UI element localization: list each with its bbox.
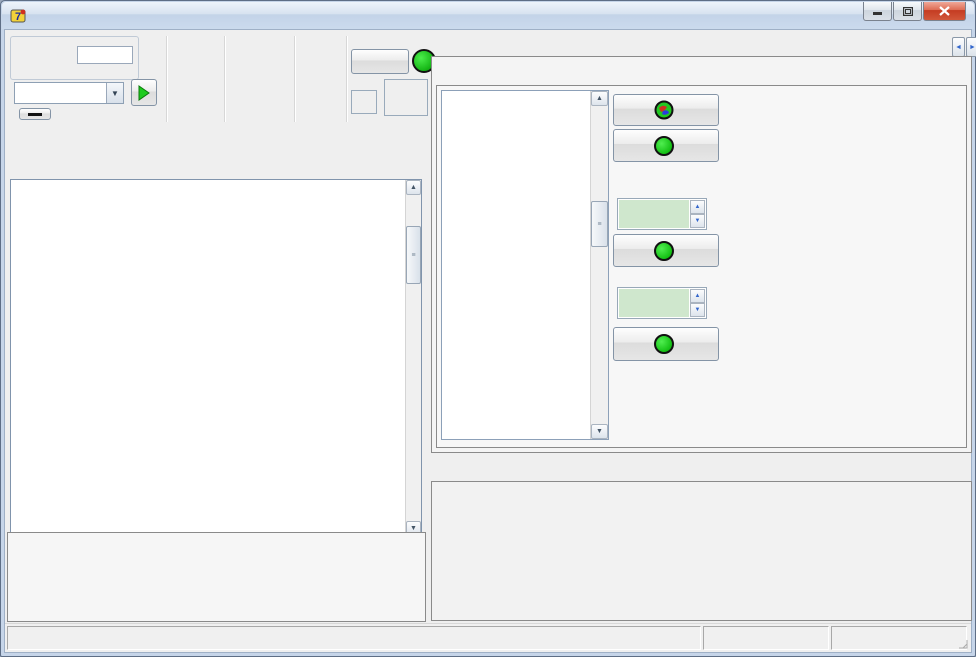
random-stake-button[interactable] <box>613 129 719 162</box>
svg-text:7: 7 <box>15 11 21 23</box>
send-to-pns-icon <box>654 334 674 354</box>
mult-coef-value[interactable] <box>619 289 689 317</box>
play-button[interactable] <box>131 79 157 106</box>
app-icon: 7 <box>10 8 27 24</box>
client-area: ▼ ▲ ≡ ▼ <box>4 29 972 653</box>
autoshift-current-value <box>384 79 428 116</box>
scroll-up-icon[interactable]: ▲ <box>406 180 421 195</box>
resize-grip[interactable] <box>957 638 969 650</box>
max-chips-spinner[interactable]: ▲ ▼ <box>617 198 707 230</box>
chevron-down-icon[interactable]: ▼ <box>106 83 123 103</box>
spin-up-icon[interactable]: ▲ <box>690 289 705 303</box>
spin-history-table[interactable]: ▲ ≡ ▼ <box>10 179 422 537</box>
new-button[interactable] <box>351 49 409 74</box>
close-button[interactable] <box>923 2 966 21</box>
dash-button[interactable] <box>19 108 51 120</box>
scrollbar-thumb[interactable]: ≡ <box>406 226 421 284</box>
spin-up-icon[interactable]: ▲ <box>690 200 705 214</box>
autobet-from-table-button[interactable] <box>613 234 719 267</box>
max-chips-value[interactable] <box>619 200 689 228</box>
game-select[interactable]: ▼ <box>14 82 124 104</box>
source-status <box>831 626 967 650</box>
scrollbar-thumb[interactable]: ≡ <box>591 201 608 247</box>
pred-value <box>351 90 377 114</box>
bet-table[interactable]: ▲ ≡ ▼ <box>441 90 609 440</box>
titlebar[interactable]: 7 <box>2 2 974 29</box>
spin-down-icon[interactable]: ▼ <box>690 303 705 317</box>
scroll-down-icon[interactable]: ▼ <box>591 424 608 439</box>
mult-coef-spinner[interactable]: ▲ ▼ <box>617 287 707 319</box>
frequency-chart <box>434 484 971 621</box>
tabs-scroll-right-icon[interactable]: ► <box>966 37 976 57</box>
status-bar <box>5 623 971 652</box>
minimize-button[interactable] <box>863 2 892 21</box>
play-icon <box>137 85 151 101</box>
scroll-up-icon[interactable]: ▲ <box>591 91 608 106</box>
history-scrollbar[interactable]: ▲ ≡ ▼ <box>405 180 421 536</box>
start-sum-input[interactable] <box>77 46 133 64</box>
game-select-value <box>15 83 106 103</box>
maximize-button[interactable] <box>893 2 922 21</box>
bet-table-scrollbar[interactable]: ▲ ≡ ▼ <box>590 91 608 439</box>
random-stake-icon <box>654 136 674 156</box>
last-spin-status <box>7 626 701 650</box>
dash-icon <box>28 112 42 117</box>
autobet-icon <box>654 241 674 261</box>
clear-table-button[interactable] <box>613 94 719 126</box>
autoshift-status <box>703 626 829 650</box>
send-to-pns-button[interactable] <box>613 327 719 361</box>
app-window: 7 ▼ <box>0 0 976 657</box>
spin-down-icon[interactable]: ▼ <box>690 214 705 228</box>
tabs-scroll-left-icon[interactable]: ◄ <box>952 37 965 57</box>
clear-table-icon <box>654 100 674 120</box>
manual-input-panel <box>7 532 426 622</box>
frequency-chart-panel <box>431 481 972 621</box>
